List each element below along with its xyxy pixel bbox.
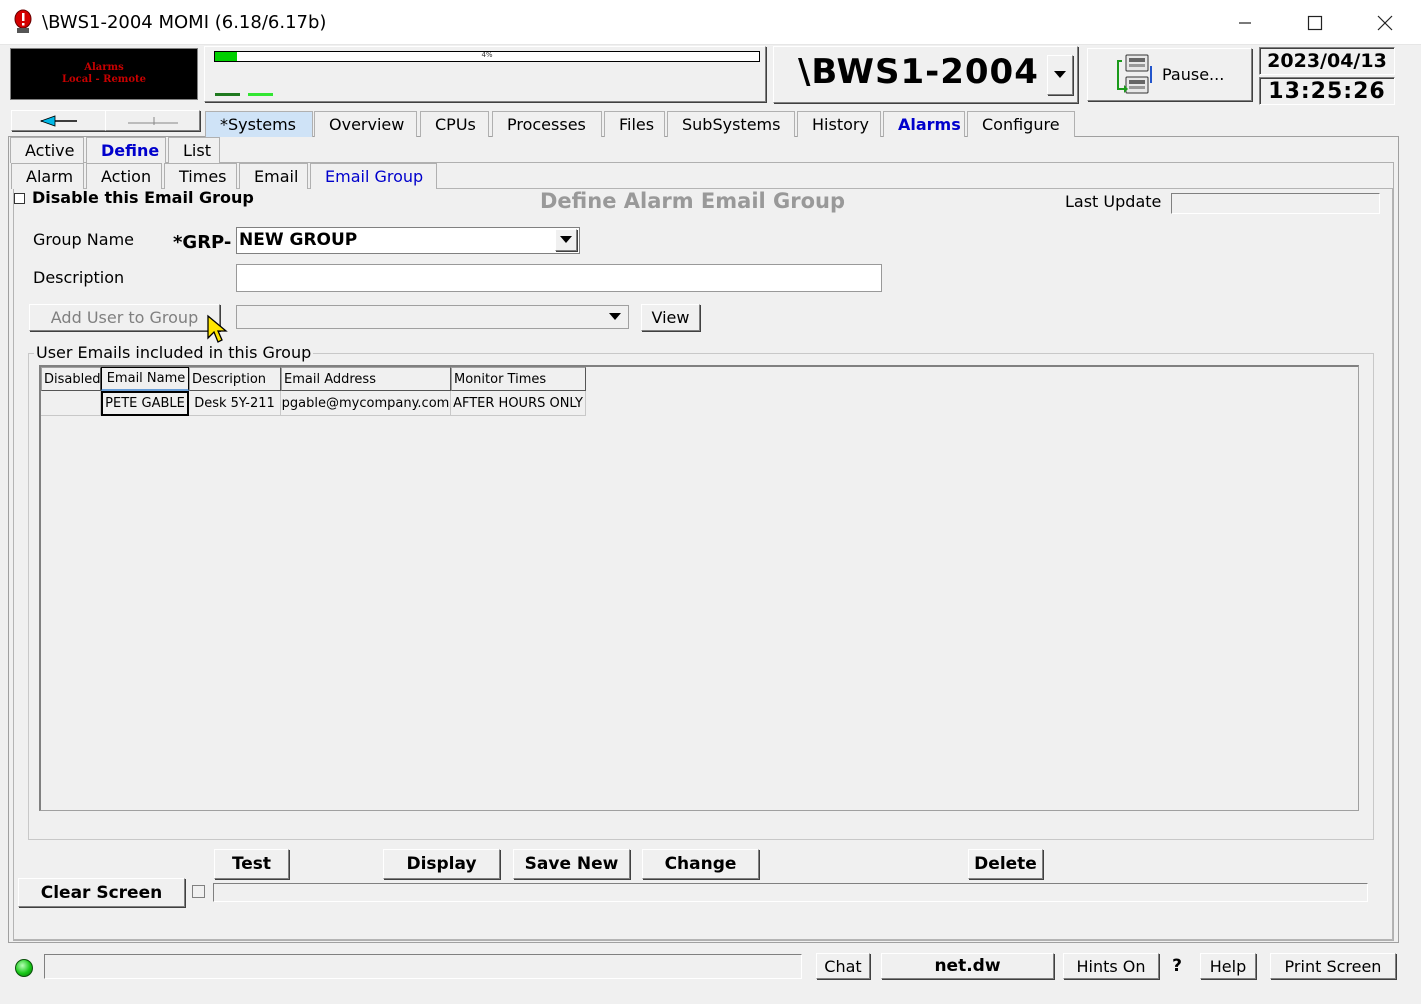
- connection-status-led-icon: [15, 959, 33, 977]
- display-button[interactable]: Display: [383, 849, 500, 879]
- chevron-down-icon: [1054, 71, 1066, 78]
- current-time: 13:25:26: [1259, 77, 1395, 105]
- group-name-label: Group Name: [33, 230, 134, 249]
- alarm-line-1: Alarms: [84, 62, 124, 73]
- tab-list[interactable]: List: [168, 137, 220, 163]
- mouse-cursor-icon: [207, 314, 228, 343]
- alarm-indicator[interactable]: Alarms Local - Remote: [10, 48, 198, 100]
- column-header[interactable]: Email Address: [281, 367, 451, 391]
- minimize-icon: [1239, 21, 1251, 24]
- tab-active[interactable]: Active: [10, 137, 84, 163]
- table-cell[interactable]: pgable@mycompany.com: [281, 391, 451, 416]
- column-header[interactable]: Description: [189, 367, 281, 391]
- delete-button[interactable]: Delete: [968, 849, 1043, 879]
- table-cell[interactable]: AFTER HOURS ONLY: [451, 391, 586, 416]
- add-user-button[interactable]: Add User to Group: [29, 304, 220, 331]
- forward-button[interactable]: [105, 110, 200, 131]
- hints-button[interactable]: Hints On: [1063, 953, 1159, 979]
- chevron-down-icon: [560, 236, 572, 243]
- user-select-dropdown[interactable]: [604, 306, 626, 328]
- tab-action[interactable]: Action: [86, 163, 162, 189]
- group-name-combo[interactable]: NEW GROUP: [236, 227, 580, 254]
- question-icon[interactable]: ?: [1167, 953, 1187, 979]
- group-name-value: NEW GROUP: [239, 230, 358, 250]
- description-input[interactable]: [236, 264, 882, 292]
- system-name: \BWS1-2004: [798, 52, 1039, 92]
- systems-sync-icon: [1117, 54, 1152, 93]
- print-screen-button[interactable]: Print Screen: [1270, 953, 1396, 979]
- description-label: Description: [33, 268, 125, 287]
- tab-alarm[interactable]: Alarm: [11, 163, 84, 189]
- close-icon: [1377, 15, 1393, 30]
- clear-screen-button[interactable]: Clear Screen: [18, 878, 185, 907]
- disable-group-label: Disable this Email Group: [32, 188, 254, 207]
- close-button[interactable]: [1350, 0, 1420, 45]
- user-select[interactable]: [236, 305, 629, 329]
- chevron-down-icon: [609, 313, 621, 320]
- tab-times[interactable]: Times: [164, 163, 237, 189]
- message-field: [213, 883, 1368, 902]
- host-button[interactable]: net.dw: [881, 953, 1054, 979]
- cpu-busy-bar: 4%: [214, 51, 760, 62]
- status-checkbox[interactable]: [192, 885, 205, 898]
- maximize-button[interactable]: [1280, 0, 1350, 45]
- cpu-busy-percent: 4%: [481, 51, 493, 59]
- view-button[interactable]: View: [641, 304, 700, 331]
- status-message-field: [44, 954, 802, 979]
- tab-systems[interactable]: *Systems: [205, 111, 313, 137]
- help-button[interactable]: Help: [1200, 953, 1256, 979]
- cpu-indicator-dark: [215, 93, 240, 96]
- tab-processes[interactable]: Processes: [492, 111, 602, 137]
- column-header[interactable]: Monitor Times: [451, 367, 586, 391]
- tab-history[interactable]: History: [797, 111, 881, 137]
- section-title: Define Alarm Email Group: [540, 189, 846, 213]
- last-update-label: Last Update: [1065, 192, 1162, 211]
- maximize-icon: [1307, 15, 1323, 30]
- last-update-field: [1171, 193, 1380, 214]
- user-emails-table[interactable]: Disabled Email Name Description Email Ad…: [39, 365, 1359, 811]
- arrow-right-icon: [127, 116, 178, 125]
- group-prefix: *GRP-: [173, 232, 232, 253]
- save-new-button[interactable]: Save New: [513, 849, 630, 879]
- group-name-dropdown[interactable]: [555, 229, 577, 251]
- tab-overview[interactable]: Overview: [314, 111, 417, 137]
- tab-define[interactable]: Define: [86, 137, 166, 163]
- alarm-light-icon: [14, 9, 32, 33]
- table-cell[interactable]: Desk 5Y-211: [189, 391, 281, 416]
- tab-alarms[interactable]: Alarms: [883, 111, 965, 137]
- table-cell[interactable]: [41, 391, 101, 416]
- table-cell[interactable]: PETE GABLE: [101, 391, 189, 416]
- test-button[interactable]: Test: [214, 849, 289, 879]
- current-date: 2023/04/13: [1259, 47, 1395, 75]
- disable-group-checkbox[interactable]: [14, 193, 25, 204]
- cpu-indicator-light: [248, 93, 273, 96]
- tab-email-group[interactable]: Email Group: [310, 163, 437, 189]
- arrow-left-icon: [39, 114, 77, 127]
- system-dropdown-button[interactable]: [1047, 55, 1073, 95]
- pause-label: Pause...: [1162, 65, 1225, 84]
- pause-button[interactable]: Pause...: [1087, 48, 1252, 101]
- minimize-button[interactable]: [1210, 0, 1280, 45]
- user-emails-group-title: User Emails included in this Group: [34, 343, 314, 362]
- back-button[interactable]: [11, 110, 106, 131]
- tab-email[interactable]: Email: [239, 163, 308, 189]
- tab-cpus[interactable]: CPUs: [420, 111, 489, 137]
- chat-button[interactable]: Chat: [816, 953, 870, 979]
- column-header[interactable]: Disabled: [41, 367, 101, 391]
- tab-subsystems[interactable]: SubSystems: [667, 111, 795, 137]
- alarm-line-2: Local - Remote: [61, 74, 147, 85]
- change-button[interactable]: Change: [642, 849, 759, 879]
- tab-files[interactable]: Files: [604, 111, 665, 137]
- tab-configure[interactable]: Configure: [967, 111, 1075, 137]
- column-header[interactable]: Email Name: [101, 367, 189, 391]
- window-title: \BWS1-2004 MOMI (6.18/6.17b): [42, 12, 327, 33]
